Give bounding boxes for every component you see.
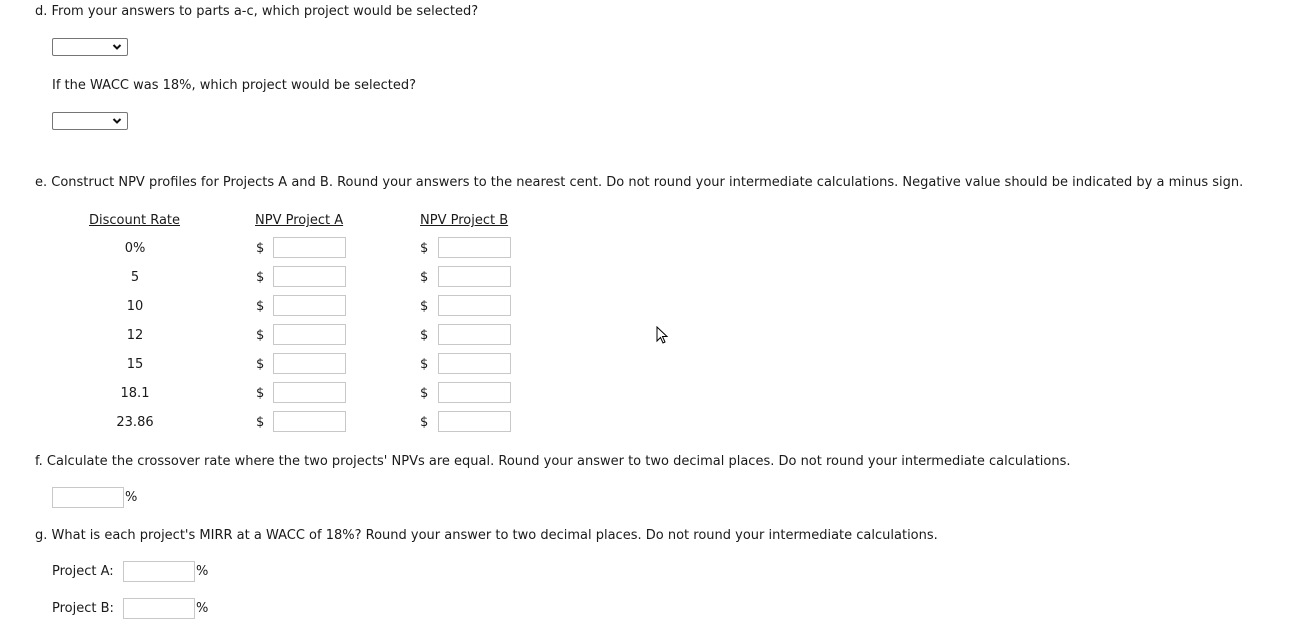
dollar-sign: $ (420, 299, 429, 314)
percent-sign: % (125, 490, 138, 505)
dollar-sign: $ (420, 386, 429, 401)
dollar-sign: $ (256, 415, 265, 430)
chevron-down-icon (112, 44, 122, 50)
dollar-sign: $ (420, 270, 429, 285)
npv-a-input[interactable] (273, 382, 346, 403)
part-g-question: g. What is each project's MIRR at a WACC… (35, 528, 938, 543)
npv-b-input[interactable] (438, 237, 511, 258)
dollar-sign: $ (256, 328, 265, 343)
mouse-pointer-icon (656, 326, 669, 344)
npv-b-input[interactable] (438, 353, 511, 374)
part-f-question: f. Calculate the crossover rate where th… (35, 454, 1071, 469)
discount-rate-cell: 23.86 (116, 415, 154, 430)
part-e-question: e. Construct NPV profiles for Projects A… (35, 175, 1244, 190)
npv-a-input[interactable] (273, 353, 346, 374)
dollar-sign: $ (420, 415, 429, 430)
npv-b-input[interactable] (438, 266, 511, 287)
crossover-rate-input[interactable] (52, 487, 124, 508)
dollar-sign: $ (420, 328, 429, 343)
npv-b-input[interactable] (438, 295, 511, 316)
discount-rate-cell: 0% (124, 241, 146, 256)
project-a-mirr-label: Project A: (52, 564, 114, 579)
discount-rate-cell: 10 (126, 299, 144, 314)
npv-a-input[interactable] (273, 237, 346, 258)
part-d-wacc18-project-select[interactable] (52, 112, 128, 130)
dollar-sign: $ (420, 241, 429, 256)
discount-rate-cell: 5 (130, 270, 140, 285)
dollar-sign: $ (256, 299, 265, 314)
npv-a-input[interactable] (273, 324, 346, 345)
project-b-mirr-label: Project B: (52, 601, 114, 616)
dollar-sign: $ (256, 386, 265, 401)
npv-a-input[interactable] (273, 266, 346, 287)
header-discount-rate: Discount Rate (89, 213, 181, 228)
dollar-sign: $ (256, 241, 265, 256)
dollar-sign: $ (256, 357, 265, 372)
npv-b-input[interactable] (438, 324, 511, 345)
part-d-followup-question: If the WACC was 18%, which project would… (52, 78, 416, 93)
part-d-project-select[interactable] (52, 38, 128, 56)
part-d-question: d. From your answers to parts a-c, which… (35, 4, 479, 19)
discount-rate-cell: 18.1 (120, 386, 150, 401)
percent-sign: % (196, 564, 209, 579)
project-b-mirr-input[interactable] (123, 598, 195, 619)
npv-b-input[interactable] (438, 382, 511, 403)
project-a-mirr-input[interactable] (123, 561, 195, 582)
chevron-down-icon (112, 118, 122, 124)
dollar-sign: $ (420, 357, 429, 372)
header-npv-project-b: NPV Project B (420, 213, 509, 228)
header-npv-project-a: NPV Project A (255, 213, 344, 228)
npv-b-input[interactable] (438, 411, 511, 432)
npv-a-input[interactable] (273, 295, 346, 316)
percent-sign: % (196, 601, 209, 616)
npv-a-input[interactable] (273, 411, 346, 432)
discount-rate-cell: 12 (126, 328, 144, 343)
dollar-sign: $ (256, 270, 265, 285)
discount-rate-cell: 15 (126, 357, 144, 372)
